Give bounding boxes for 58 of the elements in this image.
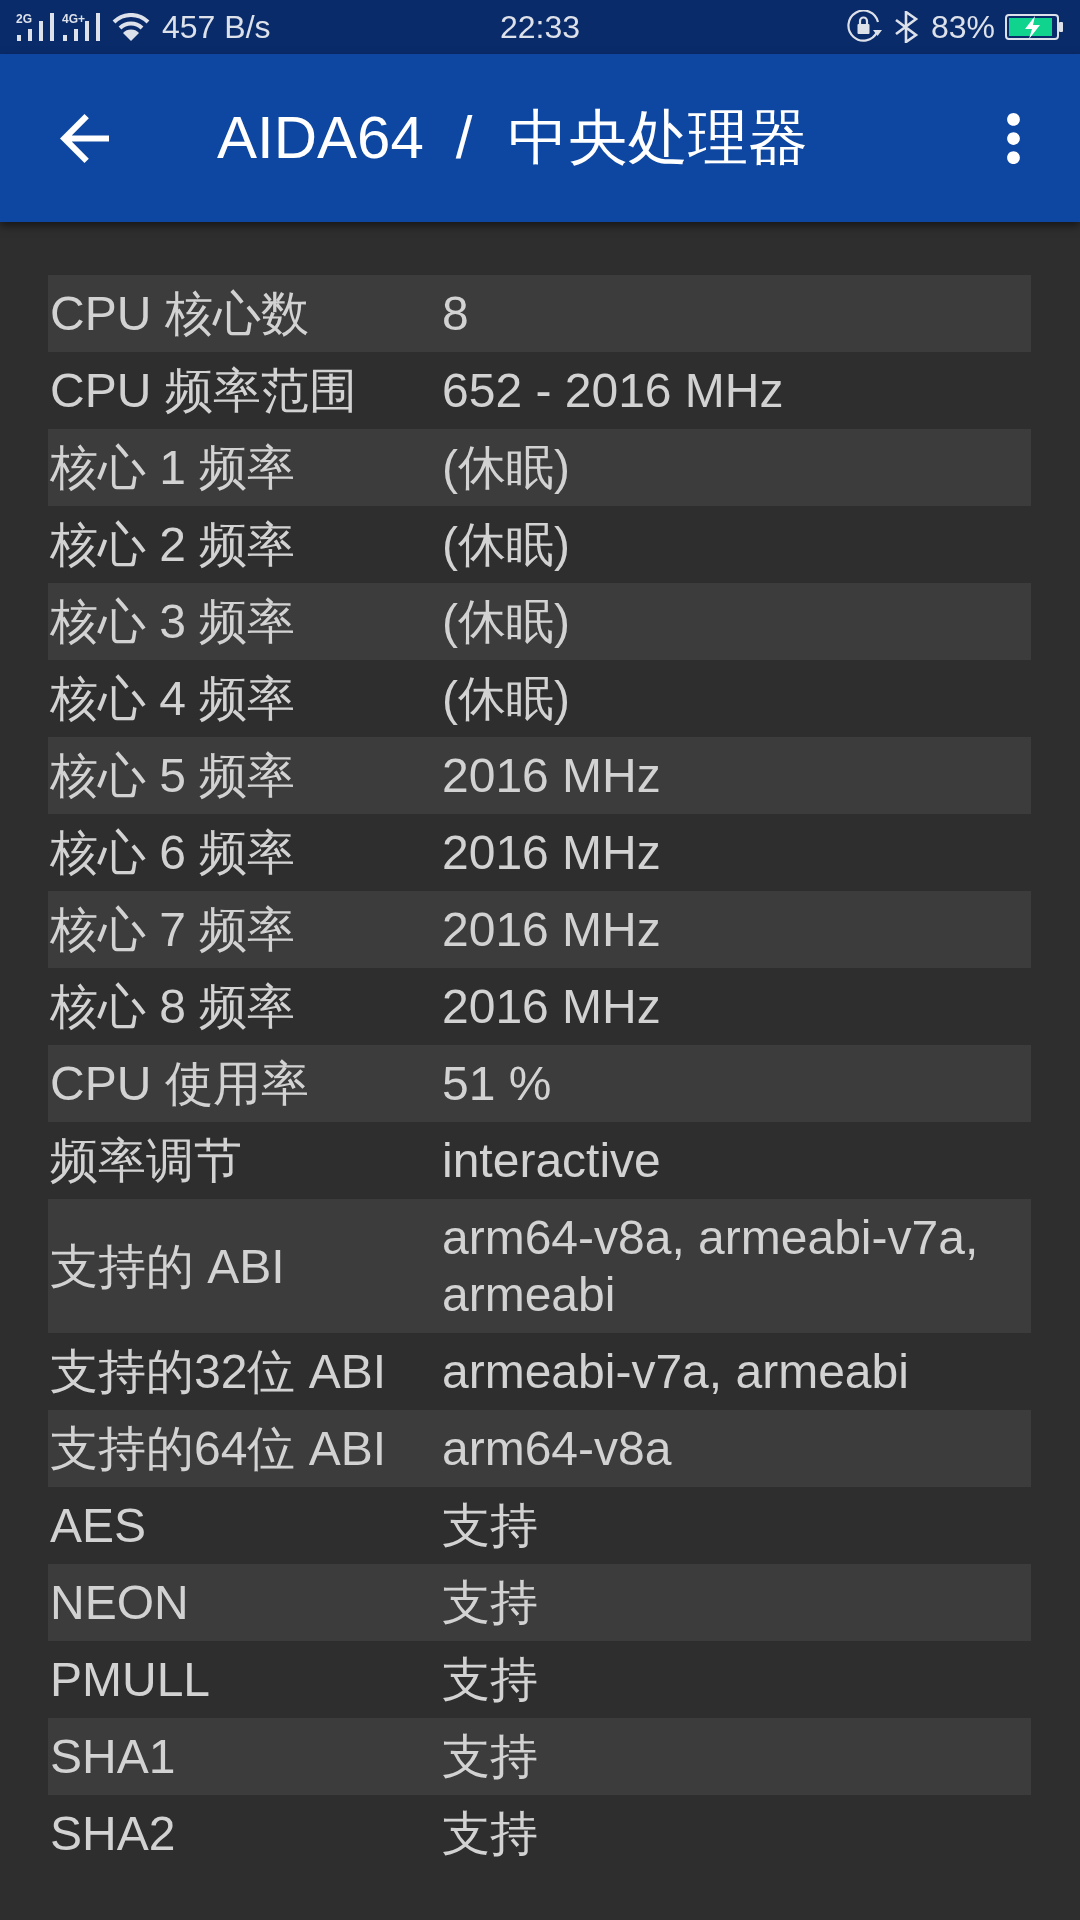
property-value: 2016 MHz: [442, 748, 662, 804]
network-type-label: 2G: [16, 13, 32, 25]
property-label: 核心 8 频率: [49, 979, 297, 1035]
property-value: 支持: [442, 1498, 539, 1554]
property-value: 8: [442, 286, 470, 342]
property-value: 2016 MHz: [442, 979, 662, 1035]
signal-bars-icon: [62, 13, 100, 41]
property-label: SHA2: [49, 1806, 177, 1862]
property-label: 核心 5 频率: [49, 748, 297, 804]
property-label: CPU 频率范围: [49, 363, 358, 419]
property-label: 支持的32位 ABI: [49, 1344, 388, 1400]
rotation-lock-icon: [846, 10, 883, 44]
property-value: 2016 MHz: [442, 825, 662, 881]
property-label: 核心 6 频率: [49, 825, 297, 881]
property-value: arm64-v8a, armeabi-v7a, armeabi: [442, 1210, 980, 1323]
property-label: 核心 2 频率: [49, 517, 297, 573]
network-type-label: 4G+: [62, 13, 85, 25]
back-button[interactable]: [60, 113, 109, 163]
property-value: (休眠): [442, 594, 571, 650]
property-value: (休眠): [442, 671, 571, 727]
property-value: 支持: [442, 1575, 539, 1631]
back-arrow-icon: [60, 113, 109, 163]
property-value: armeabi-v7a, armeabi: [442, 1344, 910, 1400]
signal-bars-icon: [16, 13, 54, 41]
property-label: 核心 3 频率: [49, 594, 297, 650]
property-label: NEON: [49, 1575, 190, 1631]
property-value: 支持: [442, 1652, 539, 1708]
battery-percent: 83%: [930, 9, 995, 45]
wifi-icon: [112, 13, 150, 41]
more-options-icon: [1007, 112, 1020, 164]
page-title: 中央处理器: [508, 103, 809, 173]
property-label: 核心 1 频率: [49, 440, 297, 496]
more-options-button[interactable]: [1007, 112, 1020, 164]
property-value: 652 - 2016 MHz: [442, 363, 785, 419]
property-label: PMULL: [49, 1652, 212, 1708]
property-value: interactive: [442, 1133, 662, 1189]
property-label: 支持的64位 ABI: [49, 1421, 388, 1477]
property-label: SHA1: [49, 1729, 177, 1785]
charging-battery-icon: [1005, 14, 1064, 40]
clock-time: 22:33: [499, 9, 581, 45]
property-label: 核心 4 频率: [49, 671, 297, 727]
property-label: CPU 核心数: [49, 286, 310, 342]
title-separator: /: [455, 103, 473, 173]
property-value: 支持: [442, 1806, 539, 1862]
property-value: 51 %: [442, 1056, 553, 1112]
property-label: 频率调节: [49, 1133, 243, 1189]
property-value: 2016 MHz: [442, 902, 662, 958]
bluetooth-icon: [893, 11, 920, 43]
network-speed: 457 B/s: [162, 9, 271, 45]
property-label: 支持的 ABI: [49, 1238, 286, 1295]
property-value: (休眠): [442, 440, 571, 496]
property-value: 支持: [442, 1729, 539, 1785]
property-label: AES: [49, 1498, 148, 1554]
property-value: arm64-v8a: [442, 1421, 673, 1477]
app-name: AIDA64: [217, 103, 424, 173]
property-value: (休眠): [442, 517, 571, 573]
property-label: 核心 7 频率: [49, 902, 297, 958]
property-label: CPU 使用率: [49, 1056, 310, 1112]
